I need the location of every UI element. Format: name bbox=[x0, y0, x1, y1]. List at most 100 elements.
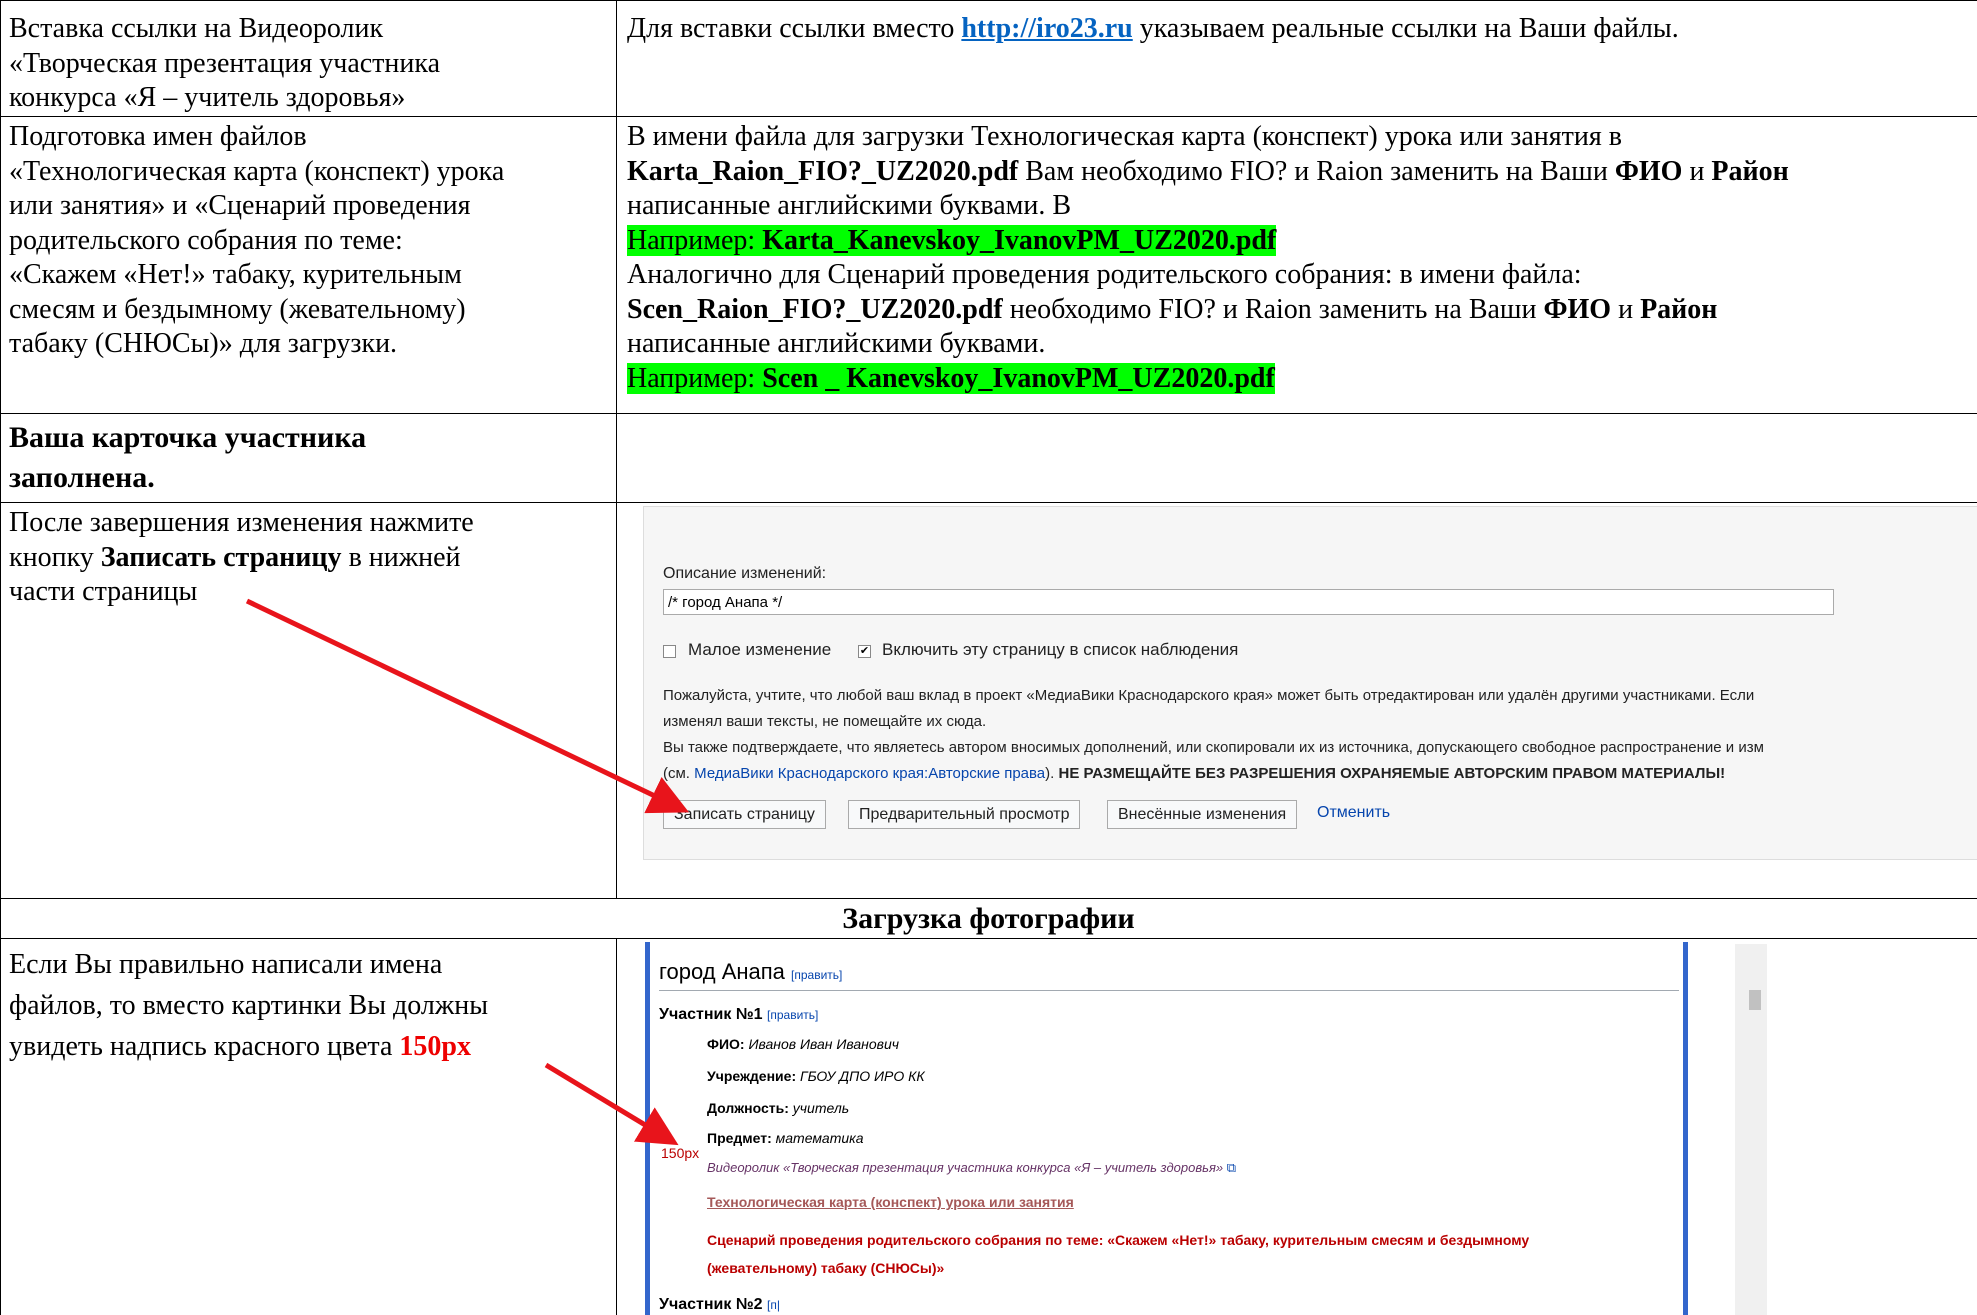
text: Участник №2 bbox=[659, 1296, 763, 1313]
text-line: кнопку Записать страницу в нижней bbox=[9, 541, 609, 576]
table-column-divider bbox=[616, 0, 617, 898]
text-line: В имени файла для загрузки Технологическ… bbox=[627, 121, 1622, 152]
text: Для вставки ссылки вместо bbox=[627, 13, 962, 44]
text: Иванов Иван Иванович bbox=[748, 1036, 899, 1052]
text: (см. bbox=[663, 765, 695, 782]
text-line: родительского собрания по теме: bbox=[9, 224, 403, 256]
participant2-heading: Участник №2 [п| bbox=[659, 1296, 780, 1314]
text-line: Ваша карточка участника bbox=[9, 421, 367, 454]
text: Предмет: bbox=[707, 1130, 772, 1146]
row-divider-3 bbox=[0, 502, 1977, 503]
text: Например: bbox=[627, 224, 763, 256]
text-line: файлов, то вместо картинки Вы должны bbox=[9, 990, 489, 1021]
text: необходимо FIO? и Raion заменить на Ваши bbox=[1002, 293, 1544, 325]
edit-link[interactable]: [п| bbox=[767, 1298, 780, 1312]
row2-right-text: В имени файла для загрузки Технологическ… bbox=[627, 120, 1972, 396]
text: Район bbox=[1711, 155, 1789, 187]
scenario-link[interactable]: Сценарий проведения родительского собран… bbox=[707, 1226, 1529, 1282]
example-highlight: Например: Karta_Kanevskoy_IvanovPM_UZ202… bbox=[627, 224, 1277, 256]
edit-notice: Пожалуйста, учтите, что любой ваш вклад … bbox=[663, 686, 1977, 784]
edit-link[interactable]: [править] bbox=[767, 1008, 818, 1022]
text: Karta_Kanevskoy_IvanovPM_UZ2020.pdf bbox=[762, 224, 1277, 256]
iro23-link[interactable]: http://iro23.ru bbox=[961, 13, 1132, 44]
text-line: написанные английскими буквами. bbox=[627, 328, 1046, 359]
text: ФИО bbox=[1543, 293, 1612, 325]
row4-left-text: После завершения изменения нажмите кнопк… bbox=[9, 506, 609, 610]
red-150px-text: 150px bbox=[399, 1031, 471, 1062]
filename-template: Scen_Raion_FIO?_UZ2020.pdf bbox=[627, 293, 1003, 325]
row3-left-heading: Ваша карточка участника заполнена. bbox=[9, 418, 609, 498]
summary-input[interactable]: /* город Анапа */ bbox=[663, 589, 1834, 615]
table-column-divider-lower bbox=[616, 938, 617, 1315]
watch-checkbox[interactable]: ✔ bbox=[858, 645, 871, 658]
text: город Анапа bbox=[659, 959, 785, 984]
text: ГБОУ ДПО ИРО КК bbox=[800, 1068, 925, 1084]
text-line: Подготовка имен файлов bbox=[9, 121, 307, 152]
text: Учреждение: bbox=[707, 1068, 797, 1084]
text-line: смесям и бездымному (жевательному) bbox=[9, 293, 466, 325]
tech-card-link[interactable]: Технологическая карта (конспект) урока и… bbox=[707, 1194, 1074, 1210]
wiki-heading: город Анапа [править] bbox=[659, 959, 842, 985]
text-line: «Творческая презентация участника bbox=[9, 47, 440, 79]
text: в нижней bbox=[341, 541, 461, 573]
text: учитель bbox=[792, 1100, 850, 1116]
text-line: После завершения изменения нажмите bbox=[9, 507, 474, 538]
text: кнопку bbox=[9, 541, 101, 573]
text-line: заполнена. bbox=[9, 461, 155, 494]
video-link[interactable]: Видеоролик «Творческая презентация участ… bbox=[707, 1160, 1236, 1176]
wiki-left-border bbox=[645, 942, 650, 1315]
text: Видеоролик «Творческая презентация участ… bbox=[707, 1160, 1224, 1175]
row2-left-text: Подготовка имен файлов «Технологическая … bbox=[9, 120, 609, 362]
text: ). bbox=[1045, 765, 1059, 782]
text-line: Например: Scen _ Kanevskoy_IvanovPM_UZ20… bbox=[627, 362, 1972, 397]
text-line: Вы также подтверждаете, что являетесь ав… bbox=[663, 739, 1764, 756]
photo-upload-heading: Загрузка фотографии bbox=[842, 902, 1135, 935]
save-page-button[interactable]: Записать страницу bbox=[663, 800, 826, 829]
text-line: Вставка ссылки на Видеоролик bbox=[9, 13, 384, 44]
text: ФИО bbox=[1614, 155, 1683, 187]
text: указываем реальные ссылки на Ваши файлы. bbox=[1132, 13, 1679, 44]
minor-edit-checkbox[interactable] bbox=[663, 645, 676, 658]
preview-button[interactable]: Предварительный просмотр bbox=[848, 800, 1081, 829]
text: Вам необходимо FIO? и Raion заменить на … bbox=[1018, 155, 1615, 187]
edit-form-panel bbox=[643, 506, 1977, 860]
watch-label: Включить эту страницу в список наблюдени… bbox=[882, 640, 1239, 659]
image-placeholder-150px: 150px bbox=[661, 1145, 700, 1161]
heading-underline bbox=[659, 990, 1679, 991]
fio-row: ФИО: Иванов Иван Иванович bbox=[707, 1036, 899, 1052]
text: Участник №1 bbox=[659, 1006, 763, 1023]
text: НЕ РАЗМЕЩАЙТЕ БЕЗ РАЗРЕШЕНИЯ ОХРАНЯЕМЫЕ … bbox=[1058, 765, 1726, 782]
copyright-link[interactable]: МедиаВики Краснодарского края:Авторские … bbox=[694, 765, 1045, 782]
row-divider-5 bbox=[0, 938, 1977, 939]
text: Должность: bbox=[707, 1100, 789, 1116]
subject-row: Предмет: математика bbox=[707, 1130, 864, 1146]
row-divider-1 bbox=[0, 116, 1977, 117]
position-row: Должность: учитель bbox=[707, 1100, 849, 1116]
table-border-top bbox=[0, 0, 1977, 1]
wiki-right-border bbox=[1683, 942, 1688, 1315]
text-line: Если Вы правильно написали имена bbox=[9, 949, 443, 980]
text-line: «Технологическая карта (конспект) урока bbox=[9, 155, 505, 187]
text: увидеть надпись красного цвета bbox=[9, 1031, 400, 1062]
text-line: «Скажем «Нет!» табаку, курительным bbox=[9, 259, 462, 290]
text-line: табаку (СНЮСы)» для загрузки. bbox=[9, 328, 398, 359]
text: ФИО: bbox=[707, 1036, 745, 1052]
row6-left-text: Если Вы правильно написали имена файлов,… bbox=[9, 944, 609, 1067]
text-line: Scen_Raion_FIO?_UZ2020.pdf необходимо FI… bbox=[627, 293, 1972, 328]
filename-template: Karta_Raion_FIO?_UZ2020.pdf bbox=[627, 155, 1019, 187]
institution-row: Учреждение: ГБОУ ДПО ИРО КК bbox=[707, 1068, 925, 1084]
text-line: Например: Karta_Kanevskoy_IvanovPM_UZ202… bbox=[627, 224, 1972, 259]
external-link-icon: ⧉ bbox=[1226, 1160, 1237, 1175]
show-changes-button[interactable]: Внесённые изменения bbox=[1107, 800, 1298, 829]
text-line: конкурса «Я – учитель здоровья» bbox=[9, 82, 406, 113]
text: и bbox=[1611, 293, 1641, 325]
row1-right-text: Для вставки ссылки вместо http://iro23.r… bbox=[627, 12, 1967, 47]
text-line: (жевательному) табаку (СНЮСы)» bbox=[707, 1260, 945, 1276]
text-line: Сценарий проведения родительского собран… bbox=[707, 1232, 1530, 1248]
edit-link[interactable]: [править] bbox=[791, 968, 842, 982]
text-line: Karta_Raion_FIO?_UZ2020.pdf Вам необходи… bbox=[627, 155, 1972, 190]
scrollbar-thumb[interactable] bbox=[1749, 990, 1761, 1010]
cancel-link[interactable]: Отменить bbox=[1317, 804, 1390, 822]
text-line: или занятия» и «Сценарий проведения bbox=[9, 190, 471, 221]
row-divider-4 bbox=[0, 898, 1977, 899]
